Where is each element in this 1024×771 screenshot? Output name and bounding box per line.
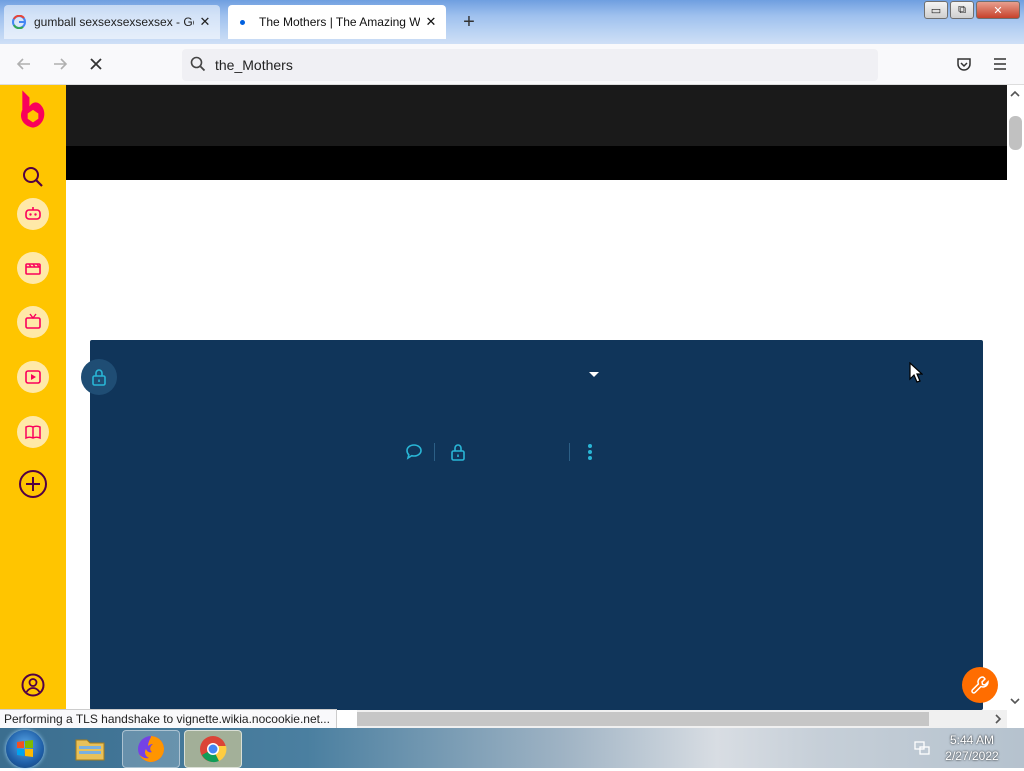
system-clock[interactable]: 5:44 AM 2/27/2022 <box>940 732 1004 764</box>
status-bar: Performing a TLS handshake to vignette.w… <box>0 709 337 729</box>
clock-time: 5:44 AM <box>949 733 995 747</box>
video-play-icon <box>25 370 41 384</box>
close-tab-icon[interactable]: ✕ <box>424 14 438 30</box>
close-window-button[interactable]: ✕ <box>976 1 1020 19</box>
chrome-icon <box>200 736 227 763</box>
protection-button[interactable] <box>448 442 468 462</box>
comment-bubble-icon <box>406 444 422 460</box>
fandom-logo[interactable] <box>17 90 49 128</box>
network-icon[interactable] <box>914 740 930 756</box>
account-icon <box>21 673 45 697</box>
sidebar-account-button[interactable] <box>17 669 49 701</box>
search-icon <box>23 167 43 187</box>
arrow-left-icon <box>16 58 30 70</box>
start-button[interactable] <box>6 730 44 768</box>
arrow-right-icon <box>54 58 68 70</box>
search-icon <box>190 56 206 72</box>
more-options-button[interactable] <box>580 442 600 462</box>
scroll-down-arrow-icon[interactable] <box>1009 697 1021 707</box>
community-tools-button[interactable] <box>962 667 998 703</box>
sidebar-item-tv[interactable] <box>17 306 49 338</box>
fandom-sidebar <box>0 85 66 710</box>
plus-circle-icon <box>19 470 47 498</box>
windows-explorer-icon <box>75 739 105 761</box>
sidebar-item-books[interactable] <box>17 416 49 448</box>
firefox-icon <box>138 736 164 762</box>
sidebar-item-video[interactable] <box>17 361 49 393</box>
tv-icon <box>25 313 41 329</box>
tab-the-mothers[interactable]: The Mothers | The Amazing Wo ✕ <box>228 5 446 39</box>
toolbar-divider <box>569 443 570 461</box>
toolbar-divider <box>434 443 435 461</box>
lock-icon <box>92 369 106 386</box>
maximize-button[interactable]: ⧉ <box>950 1 974 19</box>
clock-date: 2/27/2022 <box>945 749 999 763</box>
tab-label: The Mothers | The Amazing Wo <box>259 15 420 29</box>
mouse-cursor-icon <box>909 362 923 383</box>
url-text[interactable]: the_Mothers <box>215 57 293 73</box>
fandom-flame-logo <box>21 90 45 128</box>
close-tab-icon[interactable]: ✕ <box>198 14 212 30</box>
lock-icon <box>451 444 465 461</box>
vertical-scrollbar[interactable] <box>1007 85 1024 710</box>
book-icon <box>25 425 41 440</box>
wiki-header <box>66 85 1007 146</box>
taskbar-explorer[interactable] <box>62 730 118 766</box>
forward-button[interactable] <box>48 52 72 76</box>
scroll-right-arrow-icon[interactable] <box>993 713 1003 725</box>
vertical-scrollbar-thumb[interactable] <box>1009 116 1022 150</box>
games-controller-icon <box>25 207 41 220</box>
taskbar-chrome[interactable] <box>184 730 242 768</box>
stop-loading-button[interactable] <box>84 52 108 76</box>
minimize-button[interactable]: ▭ <box>924 1 948 19</box>
wrench-icon <box>971 676 989 694</box>
sidebar-item-movies[interactable] <box>17 252 49 284</box>
dropdown-caret-icon[interactable] <box>589 372 599 377</box>
wiki-nav-bar <box>66 146 1007 180</box>
sidebar-start-wiki-button[interactable] <box>17 468 49 500</box>
vertical-dots-icon <box>588 444 592 460</box>
article-panel <box>90 340 983 710</box>
close-icon <box>90 58 102 70</box>
back-button[interactable] <box>12 52 36 76</box>
google-g-icon <box>12 15 26 29</box>
sidebar-search-button[interactable] <box>17 161 49 193</box>
windows-logo-icon <box>17 740 33 757</box>
sidebar-item-games[interactable] <box>17 198 49 230</box>
scroll-up-arrow-icon[interactable] <box>1009 88 1021 98</box>
new-tab-button[interactable]: + <box>456 10 482 36</box>
pocket-icon[interactable] <box>956 56 972 72</box>
comments-button[interactable] <box>404 442 424 462</box>
loading-dot-icon <box>240 19 245 25</box>
tab-label: gumball sexsexsexsexsex - Goog <box>34 15 194 29</box>
tab-google-search[interactable]: gumball sexsexsexsexsex - Goog ✕ <box>4 5 220 39</box>
lock-badge[interactable] <box>81 359 117 395</box>
hamburger-menu-icon[interactable] <box>992 56 1008 72</box>
movies-clapperboard-icon <box>25 263 41 275</box>
taskbar-firefox[interactable] <box>122 730 180 768</box>
horizontal-scrollbar-thumb[interactable] <box>357 712 929 726</box>
